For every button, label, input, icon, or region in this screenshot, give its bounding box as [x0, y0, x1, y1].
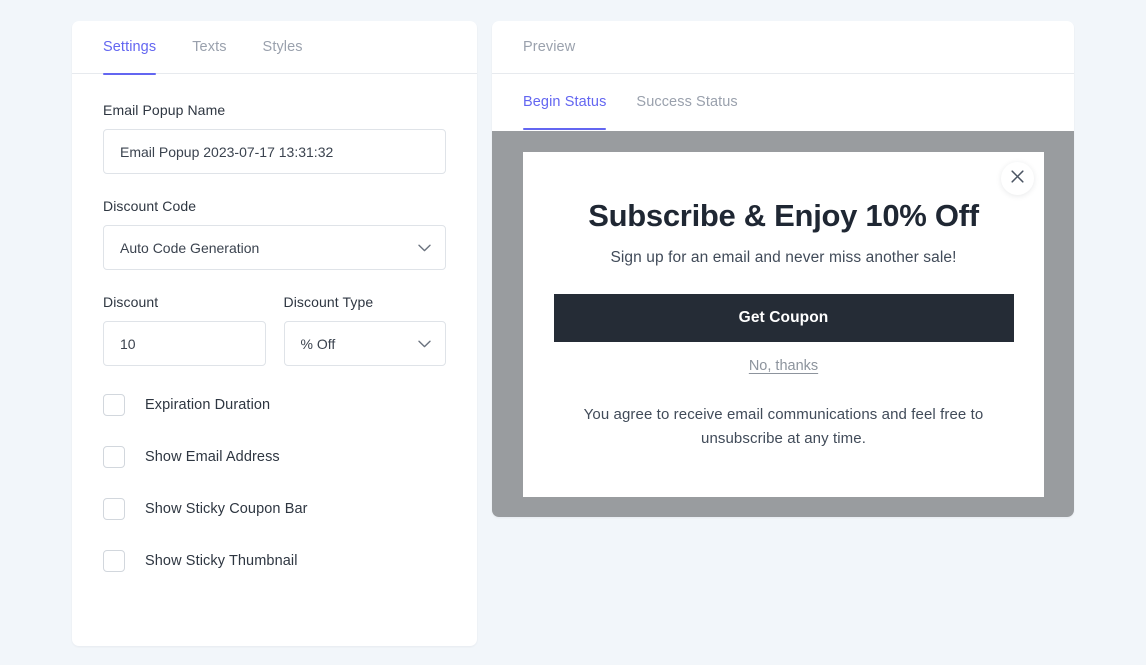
- preview-overlay: Subscribe & Enjoy 10% Off Sign up for an…: [492, 131, 1074, 517]
- get-coupon-label: Get Coupon: [738, 309, 829, 327]
- discount-type-select[interactable]: % Off: [283, 321, 446, 366]
- checkbox-row-show-sticky-thumbnail[interactable]: Show Sticky Thumbnail: [103, 550, 446, 572]
- close-icon: [1011, 169, 1024, 188]
- discount-type-label: Discount Type: [283, 294, 374, 310]
- consent-text: You agree to receive email communication…: [583, 406, 984, 448]
- settings-form: Email Popup Name Discount Code Auto Code…: [72, 74, 477, 572]
- preview-panel: Preview Begin Status Success Status Subs…: [492, 21, 1074, 517]
- preview-header: Preview: [492, 21, 1074, 74]
- discount-code-select[interactable]: Auto Code Generation: [103, 225, 446, 270]
- tab-success-status[interactable]: Success Status: [636, 74, 737, 130]
- tab-success-status-label: Success Status: [636, 94, 738, 110]
- checkbox-show-sticky-coupon-bar[interactable]: [103, 498, 125, 520]
- popup-subheadline: Sign up for an email and never miss anot…: [610, 249, 957, 267]
- settings-panel: Settings Texts Styles Email Popup Name D…: [72, 21, 477, 646]
- tab-styles-label: Styles: [262, 38, 303, 55]
- status-tabbar: Begin Status Success Status: [492, 74, 1074, 131]
- checkbox-row-show-sticky-coupon-bar[interactable]: Show Sticky Coupon Bar: [103, 498, 446, 520]
- checkbox-label-show-sticky-coupon-bar: Show Sticky Coupon Bar: [145, 501, 308, 517]
- settings-tabbar: Settings Texts Styles: [72, 21, 477, 75]
- popup-headline: Subscribe & Enjoy 10% Off: [588, 198, 979, 233]
- get-coupon-button[interactable]: Get Coupon: [553, 294, 1014, 343]
- tab-begin-status[interactable]: Begin Status: [523, 74, 607, 130]
- tab-texts[interactable]: Texts: [192, 21, 226, 74]
- email-popup-name-input[interactable]: [103, 129, 446, 174]
- checkbox-label-show-email-address: Show Email Address: [145, 449, 280, 465]
- field-discount-code: Discount Code Auto Code Generation: [103, 198, 446, 270]
- discount-input[interactable]: [103, 321, 266, 366]
- discount-row: Discount Discount Type % Off: [103, 294, 446, 366]
- close-popup-button[interactable]: [1001, 162, 1034, 195]
- checkbox-row-show-email-address[interactable]: Show Email Address: [103, 446, 446, 468]
- tab-begin-status-label: Begin Status: [523, 94, 607, 110]
- discount-type-value: % Off: [300, 335, 336, 352]
- checkbox-row-expiration-duration[interactable]: Expiration Duration: [103, 394, 446, 416]
- email-popup-name-label: Email Popup Name: [103, 102, 226, 118]
- checkbox-expiration-duration[interactable]: [103, 394, 125, 416]
- tab-texts-label: Texts: [192, 38, 227, 55]
- email-popup-preview: Subscribe & Enjoy 10% Off Sign up for an…: [523, 152, 1044, 497]
- checkbox-show-email-address[interactable]: [103, 446, 125, 468]
- discount-code-label: Discount Code: [103, 198, 197, 214]
- tab-styles[interactable]: Styles: [263, 21, 303, 74]
- tab-settings-label: Settings: [103, 38, 157, 55]
- discount-type-select-wrap: % Off: [283, 321, 446, 366]
- discount-code-select-wrap: Auto Code Generation: [103, 225, 446, 270]
- discount-label: Discount: [103, 294, 159, 310]
- no-thanks-link[interactable]: No, thanks: [749, 358, 818, 374]
- checkbox-show-sticky-thumbnail[interactable]: [103, 550, 125, 572]
- tab-settings[interactable]: Settings: [103, 21, 157, 75]
- preview-title: Preview: [523, 39, 576, 55]
- field-email-popup-name: Email Popup Name: [103, 102, 446, 174]
- app-root: Settings Texts Styles Email Popup Name D…: [0, 0, 1146, 665]
- checkbox-label-expiration-duration: Expiration Duration: [145, 397, 271, 413]
- options-checkbox-list: Expiration Duration Show Email Address S…: [103, 394, 446, 572]
- field-discount: Discount: [103, 294, 266, 366]
- checkbox-label-show-sticky-thumbnail: Show Sticky Thumbnail: [145, 553, 298, 569]
- field-discount-type: Discount Type % Off: [283, 294, 446, 366]
- discount-code-value: Auto Code Generation: [120, 239, 260, 256]
